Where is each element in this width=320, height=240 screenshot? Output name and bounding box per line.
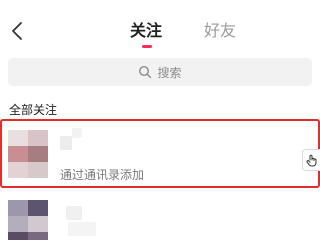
avatar[interactable]	[8, 130, 48, 178]
hand-pointer-icon	[306, 154, 316, 166]
username-blurred	[68, 222, 96, 236]
top-nav: 关注 好友	[0, 0, 320, 56]
follow-list-screen: 关注 好友 搜索 全部关注 通过通讯录添加	[0, 0, 320, 240]
avatar[interactable]	[8, 200, 48, 240]
follow-source-label: 通过通讯录添加	[60, 168, 145, 182]
tab-friends[interactable]: 好友	[204, 20, 236, 42]
username-blurred	[60, 136, 72, 150]
follow-list-item[interactable]	[0, 119, 320, 188]
active-tab-indicator	[142, 45, 152, 48]
row-action-button[interactable]	[302, 149, 320, 171]
username-blurred	[66, 206, 82, 220]
section-title: 全部关注	[9, 103, 58, 117]
search-icon	[139, 65, 152, 79]
search-placeholder: 搜索	[157, 65, 182, 80]
tab-bar: 关注 好友	[0, 20, 320, 50]
username-blurred	[72, 128, 82, 138]
search-bar[interactable]: 搜索	[8, 58, 312, 86]
tab-following[interactable]: 关注	[130, 20, 162, 42]
